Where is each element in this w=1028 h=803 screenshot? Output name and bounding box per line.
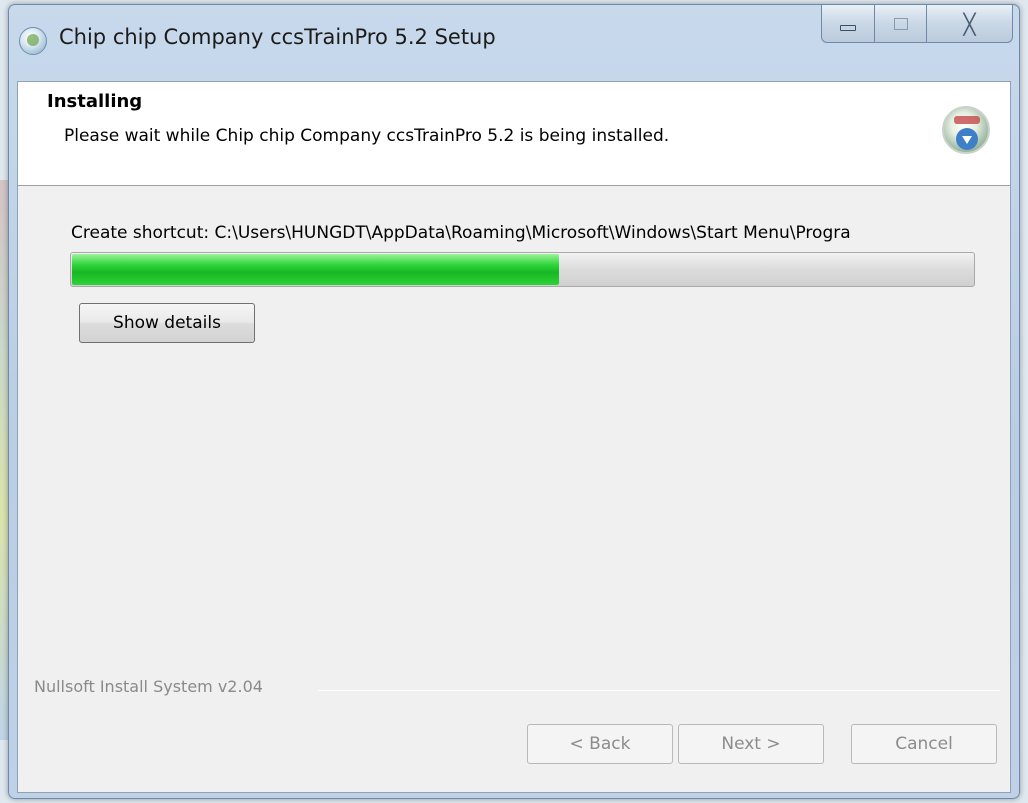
page-header: Installing Please wait while Chip chip C…: [18, 82, 1010, 186]
maximize-button: [875, 5, 927, 43]
branding-separator: Nullsoft Install System v2.04: [18, 677, 1010, 697]
minimize-icon: [840, 24, 856, 31]
download-arrow-icon: [956, 128, 978, 150]
window-title: Chip chip Company ccsTrainPro 5.2 Setup: [59, 25, 496, 49]
page-title: Installing: [47, 91, 143, 112]
close-button[interactable]: ╳: [927, 5, 1013, 43]
close-icon: ╳: [963, 11, 976, 36]
maximize-icon: [893, 17, 908, 30]
caption-buttons: ╳: [821, 5, 1013, 45]
progress-bar-fill: [72, 254, 559, 285]
title-bar[interactable]: Chip chip Company ccsTrainPro 5.2 Setup …: [9, 5, 1019, 77]
branding-text: Nullsoft Install System v2.04: [34, 677, 271, 696]
cancel-button: Cancel: [851, 724, 997, 764]
installer-icon: [942, 106, 990, 154]
progress-bar: [70, 252, 975, 287]
minimize-button[interactable]: [821, 5, 875, 43]
next-button: Next >: [678, 724, 824, 764]
installer-client-area: Installing Please wait while Chip chip C…: [17, 81, 1011, 793]
progress-status-text: Create shortcut: C:\Users\HUNGDT\AppData…: [71, 223, 851, 243]
installer-window: Chip chip Company ccsTrainPro 5.2 Setup …: [8, 4, 1020, 799]
app-icon: [19, 27, 47, 55]
show-details-button[interactable]: Show details: [79, 303, 255, 343]
page-subtitle: Please wait while Chip chip Company ccsT…: [64, 126, 670, 146]
back-button: < Back: [527, 724, 673, 764]
separator-line: [318, 690, 1000, 691]
installer-badge: [954, 116, 980, 124]
